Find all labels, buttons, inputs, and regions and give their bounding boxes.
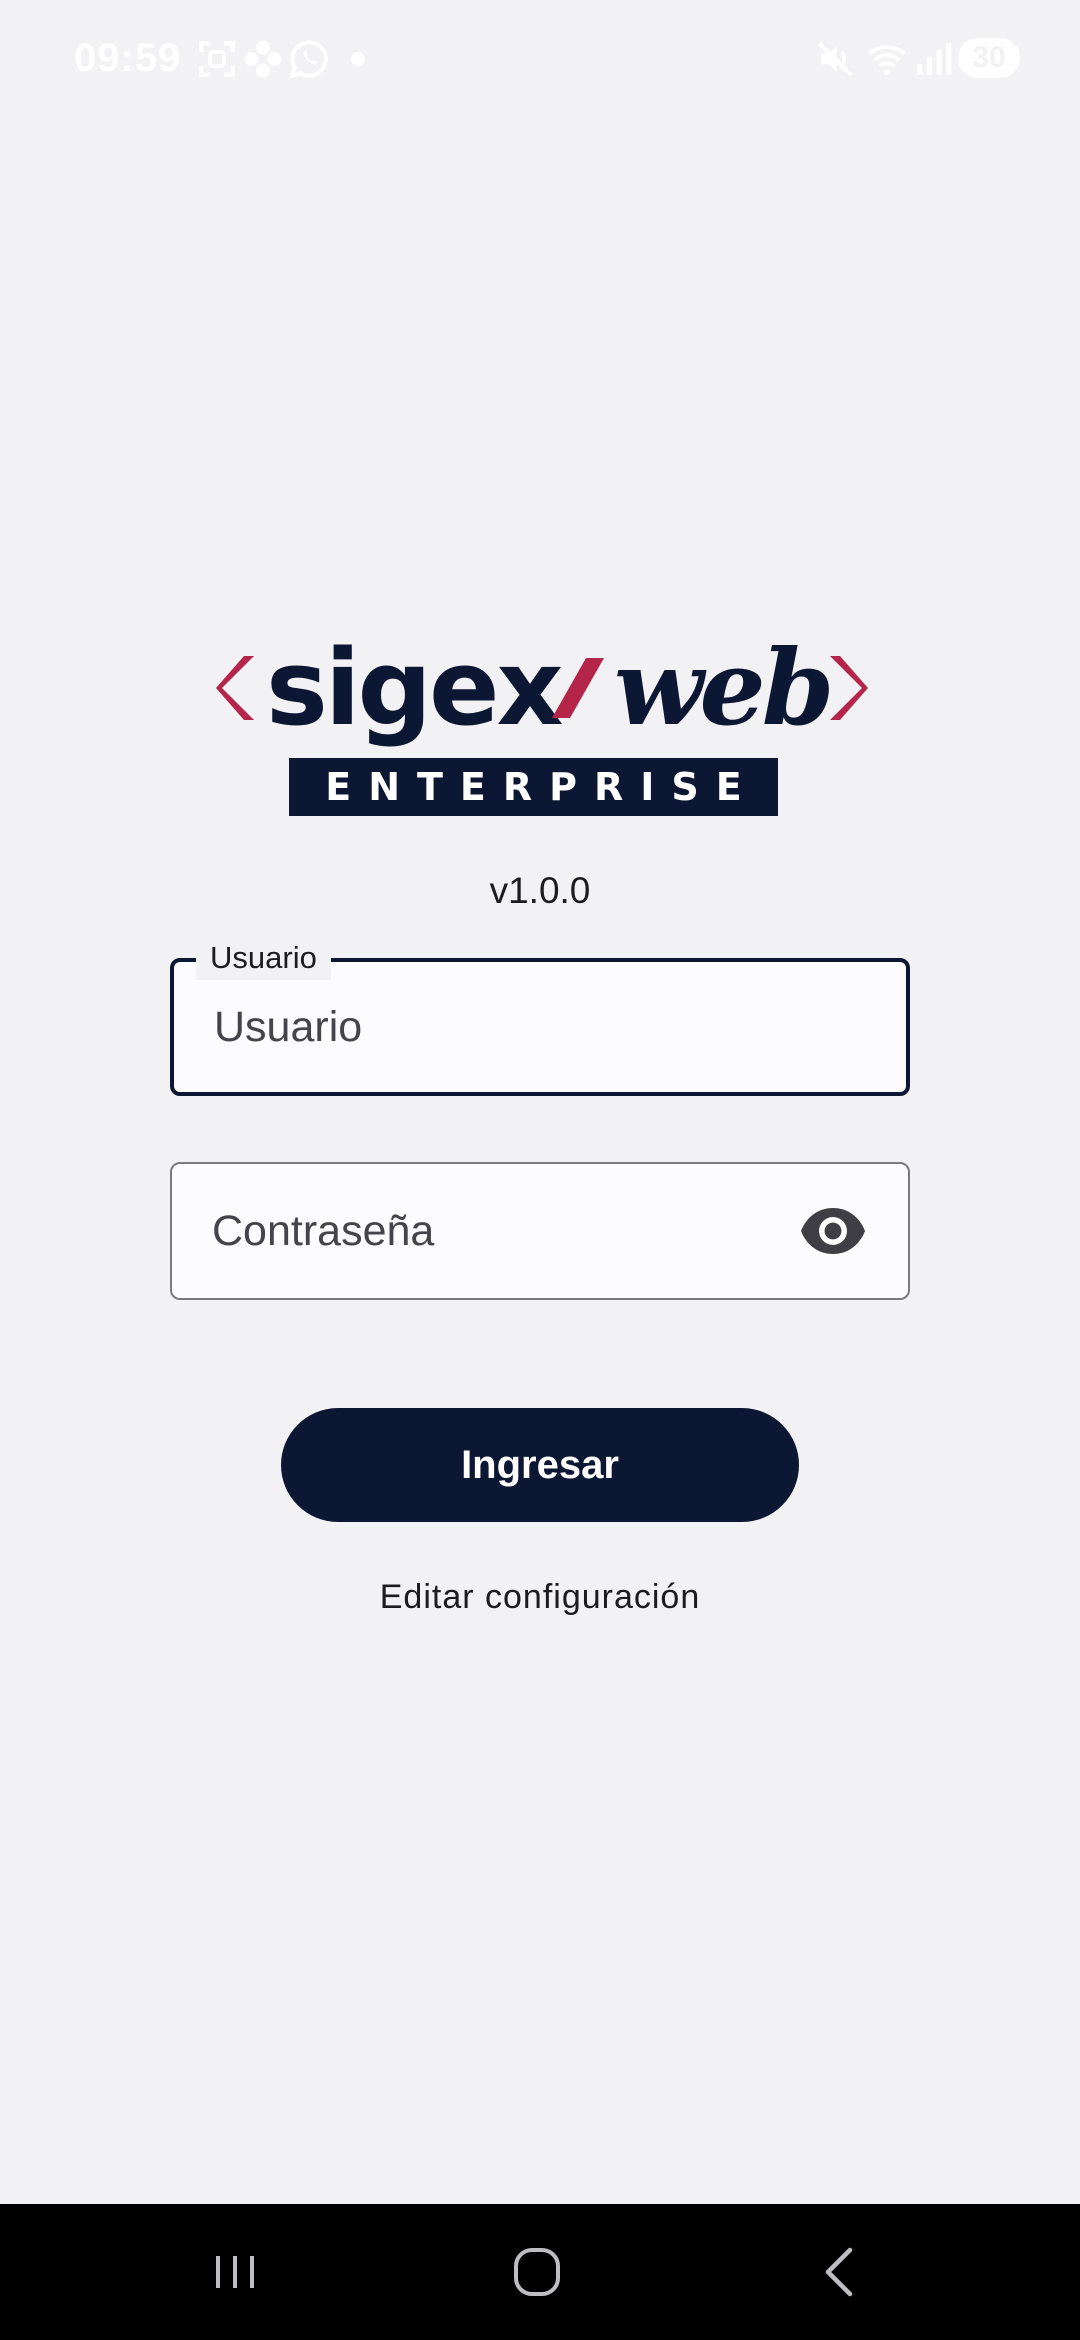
- system-nav-bar: [0, 2204, 1080, 2340]
- edit-config-link[interactable]: Editar configuración: [0, 1578, 1080, 1617]
- recents-icon[interactable]: [200, 2242, 270, 2302]
- slash-mark: [552, 658, 604, 718]
- screenshot-icon: [196, 38, 238, 80]
- password-field[interactable]: [170, 1162, 910, 1300]
- logo-word-sigex: sigex: [266, 627, 564, 749]
- wifi-icon: [866, 38, 908, 80]
- eye-icon[interactable]: [800, 1206, 866, 1256]
- username-field[interactable]: Usuario: [170, 936, 910, 1096]
- flower-icon: [242, 38, 284, 80]
- mute-icon: [814, 38, 856, 80]
- logo-band-enterprise: ENTERPRISE: [289, 758, 778, 816]
- status-time: 09:59: [74, 36, 182, 80]
- back-icon[interactable]: [806, 2242, 876, 2302]
- right-chevron-mark: [830, 656, 868, 720]
- home-icon[interactable]: [502, 2242, 572, 2302]
- app-version: v1.0.0: [489, 870, 591, 911]
- dot-icon: [348, 38, 368, 80]
- sigexweb-enterprise-logo: sigex web ENTERPRISE: [210, 618, 870, 828]
- login-button[interactable]: Ingresar: [281, 1408, 799, 1522]
- username-input[interactable]: [214, 962, 774, 1092]
- status-bar: 09:59 30: [0, 0, 1080, 120]
- logo-word-web: web: [614, 626, 834, 749]
- signal-icon: [912, 38, 954, 80]
- whatsapp-icon: [288, 38, 330, 80]
- login-screen: 09:59 30 sigex web ENTERPRISE v1.0.0 Usu…: [0, 0, 1080, 2340]
- battery-indicator: 30: [958, 38, 1020, 78]
- left-chevron-mark: [216, 656, 254, 720]
- password-input[interactable]: [212, 1164, 772, 1298]
